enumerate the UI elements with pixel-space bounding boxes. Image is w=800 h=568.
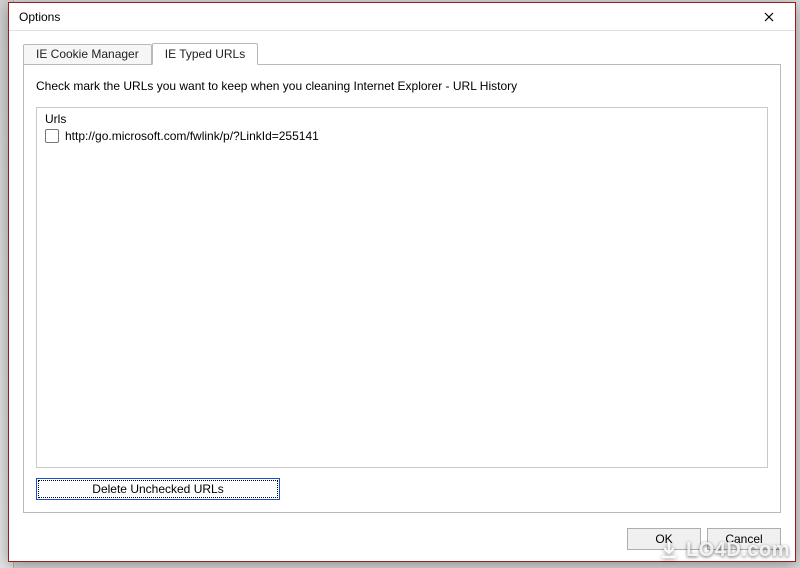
- tab-label: IE Typed URLs: [165, 47, 245, 61]
- tab-ie-typed-urls[interactable]: IE Typed URLs: [152, 43, 258, 65]
- ok-button[interactable]: OK: [627, 528, 701, 550]
- dialog-client-area: IE Cookie Manager IE Typed URLs Check ma…: [9, 31, 795, 525]
- instruction-text: Check mark the URLs you want to keep whe…: [36, 79, 768, 93]
- options-dialog: Options IE Cookie Manager IE Typed URLs …: [8, 2, 796, 562]
- group-title: Urls: [43, 112, 68, 126]
- list-item[interactable]: http://go.microsoft.com/fwlink/p/?LinkId…: [43, 128, 761, 144]
- close-icon: [764, 12, 774, 22]
- window-title: Options: [19, 10, 749, 24]
- tab-label: IE Cookie Manager: [36, 47, 139, 61]
- tab-panel: Check mark the URLs you want to keep whe…: [23, 64, 781, 513]
- button-label: Delete Unchecked URLs: [92, 482, 223, 496]
- button-label: Cancel: [725, 532, 762, 546]
- url-checkbox[interactable]: [45, 129, 59, 143]
- close-button[interactable]: [749, 6, 789, 28]
- tab-ie-cookie-manager[interactable]: IE Cookie Manager: [23, 44, 152, 64]
- urls-group: Urls http://go.microsoft.com/fwlink/p/?L…: [36, 107, 768, 468]
- url-text: http://go.microsoft.com/fwlink/p/?LinkId…: [65, 129, 319, 143]
- cancel-button[interactable]: Cancel: [707, 528, 781, 550]
- dialog-button-row: OK Cancel: [9, 525, 795, 561]
- button-label: OK: [655, 532, 672, 546]
- delete-unchecked-button[interactable]: Delete Unchecked URLs: [36, 478, 280, 500]
- titlebar: Options: [9, 3, 795, 31]
- tabs-row: IE Cookie Manager IE Typed URLs: [23, 41, 781, 64]
